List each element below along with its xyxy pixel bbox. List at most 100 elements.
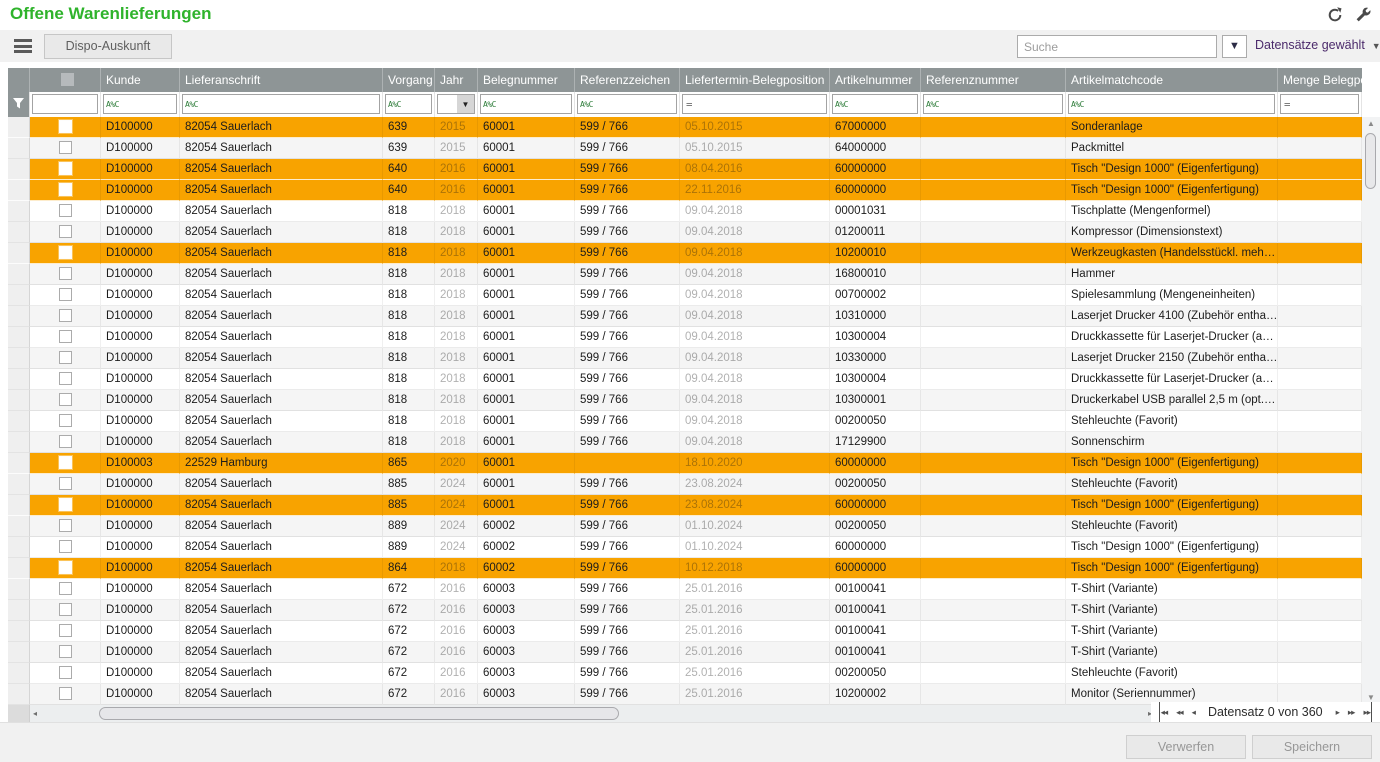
table-row[interactable]: D10000082054 Sauerlach672201660003599 / … xyxy=(8,600,1362,621)
row-select-cell[interactable] xyxy=(30,495,101,516)
table-row[interactable]: D10000082054 Sauerlach639201560001599 / … xyxy=(8,138,1362,159)
table-row[interactable]: D10000082054 Sauerlach672201660003599 / … xyxy=(8,642,1362,663)
filter-cell-menge[interactable]: = xyxy=(1278,92,1362,117)
row-checkbox[interactable] xyxy=(59,162,72,175)
table-row[interactable]: D10000082054 Sauerlach640201660001599 / … xyxy=(8,180,1362,201)
filter-cell-lieferanschrift[interactable]: A%C xyxy=(180,92,383,117)
records-selected-dropdown[interactable]: Datensätze gewählt▼ xyxy=(1255,38,1380,52)
table-row[interactable]: D10000082054 Sauerlach818201860001599 / … xyxy=(8,348,1362,369)
hamburger-menu-icon[interactable] xyxy=(14,39,32,53)
table-row[interactable]: D10000082054 Sauerlach818201860001599 / … xyxy=(8,264,1362,285)
row-select-cell[interactable] xyxy=(30,579,101,600)
filter-cell-referenzzeichen[interactable]: A%C xyxy=(575,92,680,117)
row-select-cell[interactable] xyxy=(30,621,101,642)
filter-cell-liefertermin[interactable]: = xyxy=(680,92,830,117)
table-row[interactable]: D10000082054 Sauerlach889202460002599 / … xyxy=(8,516,1362,537)
row-checkbox[interactable] xyxy=(59,456,72,469)
column-header-vorgang[interactable]: Vorgang xyxy=(383,68,435,92)
row-checkbox[interactable] xyxy=(59,540,72,553)
row-checkbox[interactable] xyxy=(59,477,72,490)
scroll-left-icon[interactable]: ◂ xyxy=(33,705,37,722)
row-select-cell[interactable] xyxy=(30,432,101,453)
table-row[interactable]: D10000082054 Sauerlach864201860002599 / … xyxy=(8,558,1362,579)
row-select-cell[interactable] xyxy=(30,243,101,264)
filter-input-kunde[interactable] xyxy=(119,95,176,113)
row-select-cell[interactable] xyxy=(30,684,101,705)
filter-cell-referenznummer[interactable]: A%C xyxy=(921,92,1066,117)
row-select-cell[interactable] xyxy=(30,180,101,201)
record-fast-back-icon[interactable]: ◂◂ xyxy=(1176,702,1183,722)
column-header-jahr[interactable]: Jahr xyxy=(435,68,478,92)
search-filter-dropdown-icon[interactable]: ▼ xyxy=(1222,35,1247,58)
row-checkbox[interactable] xyxy=(59,183,72,196)
row-select-cell[interactable] xyxy=(30,390,101,411)
row-checkbox[interactable] xyxy=(59,624,72,637)
wrench-icon[interactable] xyxy=(1354,6,1372,24)
record-fast-forward-icon[interactable]: ▸▸ xyxy=(1348,702,1355,722)
filter-input-vorgang[interactable] xyxy=(401,95,431,113)
row-select-cell[interactable] xyxy=(30,348,101,369)
horizontal-scrollbar[interactable]: ◂ ▸ ◂◂ ◂◂ ◂ Datensatz 0 von 360 ▸ ▸▸ ▸▸ xyxy=(8,705,1380,722)
table-row[interactable]: D10000082054 Sauerlach885202460001599 / … xyxy=(8,474,1362,495)
filter-cell-artikelnummer[interactable]: A%C xyxy=(830,92,921,117)
row-checkbox[interactable] xyxy=(59,330,72,343)
table-row[interactable]: D10000082054 Sauerlach818201860001599 / … xyxy=(8,432,1362,453)
row-checkbox[interactable] xyxy=(59,687,72,700)
row-checkbox[interactable] xyxy=(59,603,72,616)
filter-cell-vorgang[interactable]: A%C xyxy=(383,92,435,117)
dropdown-arrow-icon[interactable]: ▼ xyxy=(457,95,474,113)
row-checkbox[interactable] xyxy=(59,351,72,364)
table-row[interactable]: D10000082054 Sauerlach818201860001599 / … xyxy=(8,243,1362,264)
row-checkbox[interactable] xyxy=(59,393,72,406)
row-select-cell[interactable] xyxy=(30,537,101,558)
table-row[interactable]: D10000322529 Hamburg86520206000118.10.20… xyxy=(8,453,1362,474)
row-select-cell[interactable] xyxy=(30,159,101,180)
filter-input-lieferanschrift[interactable] xyxy=(198,95,379,113)
row-select-cell[interactable] xyxy=(30,558,101,579)
scroll-up-icon[interactable]: ▲ xyxy=(1362,117,1380,131)
table-row[interactable]: D10000082054 Sauerlach639201560001599 / … xyxy=(8,117,1362,138)
column-header-lieferanschrift[interactable]: Lieferanschrift xyxy=(180,68,383,92)
table-row[interactable]: D10000082054 Sauerlach818201860001599 / … xyxy=(8,285,1362,306)
filter-input-artikelmatchcode[interactable] xyxy=(1084,95,1274,113)
record-first-icon[interactable]: ◂◂ xyxy=(1159,702,1168,722)
filter-input-jahr[interactable] xyxy=(438,95,457,113)
filter-input-referenznummer[interactable] xyxy=(939,95,1062,113)
table-row[interactable]: D10000082054 Sauerlach672201660003599 / … xyxy=(8,663,1362,684)
search-input[interactable] xyxy=(1017,35,1217,58)
column-header-kunde[interactable]: Kunde xyxy=(101,68,180,92)
table-row[interactable]: D10000082054 Sauerlach672201660003599 / … xyxy=(8,579,1362,600)
row-select-cell[interactable] xyxy=(30,138,101,159)
row-checkbox[interactable] xyxy=(59,372,72,385)
filter-cell-artikelmatchcode[interactable]: A%C xyxy=(1066,92,1278,117)
vertical-scroll-thumb[interactable] xyxy=(1365,133,1376,189)
row-checkbox[interactable] xyxy=(59,666,72,679)
row-checkbox[interactable] xyxy=(59,519,72,532)
row-select-cell[interactable] xyxy=(30,642,101,663)
row-select-cell[interactable] xyxy=(30,327,101,348)
column-header-select[interactable] xyxy=(30,68,101,92)
filter-cell-belegnummer[interactable]: A%C xyxy=(478,92,575,117)
column-header-row-indicator[interactable] xyxy=(8,68,30,92)
discard-button[interactable]: Verwerfen xyxy=(1126,735,1246,759)
row-checkbox[interactable] xyxy=(59,204,72,217)
horizontal-scroll-track[interactable] xyxy=(44,707,1144,720)
row-select-cell[interactable] xyxy=(30,201,101,222)
filter-input-belegnummer[interactable] xyxy=(496,95,571,113)
dispo-auskunft-button[interactable]: Dispo-Auskunft xyxy=(44,34,172,59)
record-next-icon[interactable]: ▸ xyxy=(1336,702,1339,722)
row-select-cell[interactable] xyxy=(30,600,101,621)
column-header-belegnummer[interactable]: Belegnummer xyxy=(478,68,575,92)
filter-input-liefertermin[interactable] xyxy=(692,95,826,113)
row-select-cell[interactable] xyxy=(30,285,101,306)
filter-input-referenzzeichen[interactable] xyxy=(593,95,676,113)
filter-cell-select[interactable] xyxy=(30,92,101,117)
row-checkbox[interactable] xyxy=(59,120,72,133)
table-row[interactable]: D10000082054 Sauerlach818201860001599 / … xyxy=(8,390,1362,411)
refresh-icon[interactable] xyxy=(1326,6,1344,24)
row-checkbox[interactable] xyxy=(59,435,72,448)
row-checkbox[interactable] xyxy=(59,582,72,595)
record-prev-icon[interactable]: ◂ xyxy=(1192,702,1195,722)
row-checkbox[interactable] xyxy=(59,267,72,280)
row-select-cell[interactable] xyxy=(30,117,101,138)
